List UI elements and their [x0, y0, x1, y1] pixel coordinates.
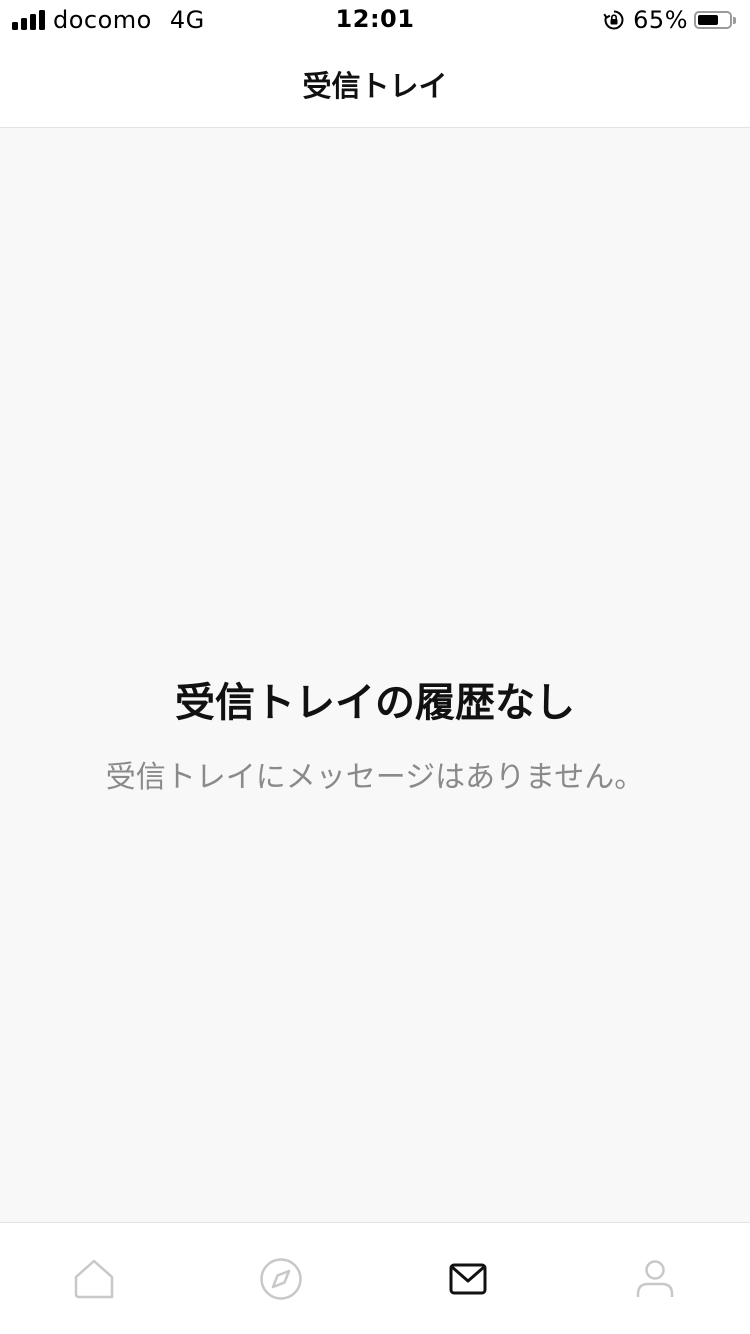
tab-inbox[interactable] — [374, 1223, 561, 1334]
empty-state-title: 受信トレイの履歴なし — [175, 680, 575, 726]
battery-tip — [733, 16, 736, 24]
tab-profile[interactable] — [561, 1223, 748, 1334]
inbox-content: 受信トレイの履歴なし 受信トレイにメッセージはありません。 — [0, 128, 750, 1222]
status-bar: docomo 4G 12:01 65% — [0, 0, 750, 40]
page-title: 受信トレイ — [302, 68, 448, 103]
navigation-header: 受信トレイ — [0, 40, 750, 128]
tab-bar — [0, 1222, 750, 1334]
status-right: 65% — [603, 6, 736, 34]
inbox-screen: docomo 4G 12:01 65% 受信トレイ 受信トレイの履歴なし 受信ト… — [0, 0, 750, 1334]
battery-level-fill — [698, 15, 718, 25]
compass-icon — [259, 1258, 302, 1300]
battery-percentage: 65% — [633, 6, 688, 34]
profile-icon — [636, 1260, 673, 1297]
tab-discover[interactable] — [187, 1223, 374, 1334]
orientation-lock-icon — [603, 9, 625, 31]
tab-home[interactable] — [0, 1223, 187, 1334]
mail-icon — [449, 1263, 486, 1295]
battery-icon — [694, 11, 732, 29]
empty-state-description: 受信トレイにメッセージはありません。 — [105, 760, 645, 795]
home-icon — [74, 1259, 113, 1299]
